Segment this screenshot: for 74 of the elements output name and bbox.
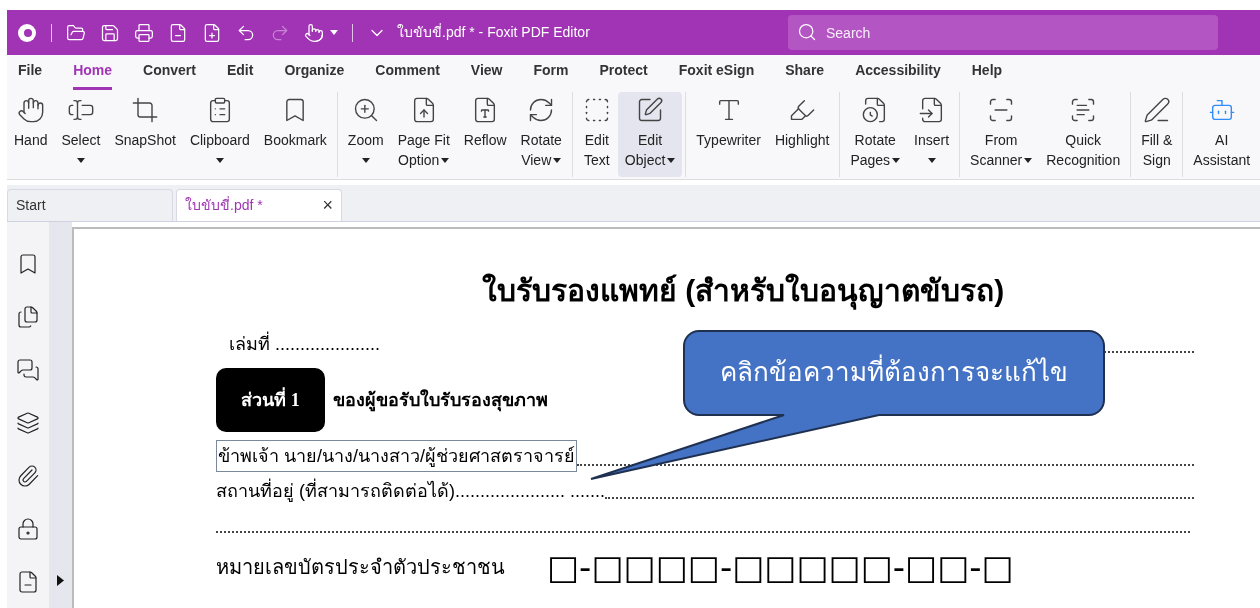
menu-tab[interactable]: Accessibility [855,60,941,90]
window-title: ใบขับขี่.pdf * - Foxit PDF Editor [397,22,590,42]
printer-icon[interactable] [134,22,154,43]
ribbon-button[interactable]: Typewriter [689,92,768,177]
pen-icon [1142,96,1171,124]
menu-tab[interactable]: Convert [143,60,196,90]
lock-icon[interactable] [16,517,40,541]
caret-icon [215,157,224,163]
menu-tab[interactable]: Protect [599,60,648,90]
part-heading: ของผู้ขอรับใบรับรองสุขภาพ [333,388,548,414]
save-icon[interactable] [100,22,120,43]
menu-tab[interactable]: Share [785,60,825,90]
menu-tab[interactable]: Help [971,60,1003,90]
ribbon-button[interactable]: Rotate View [513,92,569,177]
callout-text: คลิกข้อความที่ต้องการจะแก้ไข [719,353,1069,389]
search-field[interactable]: Search [788,15,1218,50]
id-number-boxes: □-□□□□-□□□□□-□□-□ [547,547,1014,587]
ribbon-button[interactable]: Page Fit Option [390,92,457,177]
caret-icon [667,157,676,163]
document-tab[interactable]: Start [7,189,173,221]
id-number-label: หมายเลขบัตรประจำตัวประชาชน [216,555,505,580]
address-label: สถานที่อยู่ (ที่สามารถติดต่อได้)...................... ....... [216,478,606,505]
ribbon-button[interactable]: Rotate Pages [843,92,908,177]
document-title: ใบรับรองแพทย์ (สำหรับใบอนุญาตขับรถ) [222,269,1194,313]
ribbon-button[interactable]: Quick Recognition [1039,92,1128,177]
caret-icon [76,157,85,163]
new-document-icon[interactable] [202,22,222,43]
ribbon-button[interactable]: Highlight [767,92,837,177]
edit-frame-icon [636,96,665,124]
ribbon-button[interactable]: SnapShot [107,92,183,177]
selected-text-box[interactable]: ข้าพเจ้า นาย/นาง/นางสาว/ผู้ช่วยศาสตราจารย์ [216,440,577,472]
ribbon-button[interactable]: From Scanner [963,92,1040,177]
menu-tab[interactable]: File [18,60,43,90]
comments-icon[interactable] [16,358,40,382]
caret-icon [927,157,936,163]
layers-icon[interactable] [16,411,40,435]
ribbon-button[interactable]: Clipboard [182,92,257,177]
document-tab[interactable]: ใบขับขี่.pdf * × [176,189,342,221]
ribbon-button[interactable]: Edit Object [617,92,683,177]
caret-icon [441,157,450,163]
close-button[interactable]: × [322,192,333,219]
caret-icon [361,157,370,163]
paperclip-icon[interactable] [16,464,40,488]
ribbon-button[interactable]: Select [54,92,108,177]
part-badge: ส่วนที่ 1 [216,368,325,432]
menu-tab[interactable]: Comment [375,60,440,90]
menu-tab[interactable]: Form [533,60,569,90]
ribbon-button[interactable]: Insert [907,92,957,177]
menu-tab[interactable]: Edit [226,60,254,90]
document-icon[interactable] [16,570,40,594]
menu-tab[interactable]: View [470,60,503,90]
ribbon-button[interactable]: Fill & Sign [1134,92,1180,177]
caret-icon [892,157,901,163]
menu-tab[interactable]: Organize [284,60,345,90]
crop-icon [131,96,160,124]
expand-arrow-icon[interactable] [57,575,64,586]
document-icon[interactable] [168,22,188,43]
ribbon-button[interactable]: Bookmark [256,92,334,177]
menu-tab[interactable]: Foxit eSign [678,60,755,90]
ribbon-button[interactable]: AI Assistant [1186,92,1258,177]
touch-icon[interactable] [304,22,324,43]
caret-icon [553,157,562,163]
pages-icon[interactable] [16,305,40,329]
app-logo-icon [17,22,37,43]
caret-icon[interactable] [330,30,338,35]
hand-icon [16,96,45,124]
caret-icon [1024,157,1033,163]
ribbon-button[interactable]: Reflow [456,92,514,177]
search-icon [797,22,817,42]
ribbon-button[interactable]: Hand [7,92,55,177]
book-number-label: เล่มที่ ..................... [229,331,381,358]
folder-icon[interactable] [66,22,86,43]
ribbon-button[interactable]: Edit Text [575,92,618,177]
ribbon-button[interactable]: Zoom [340,92,391,177]
